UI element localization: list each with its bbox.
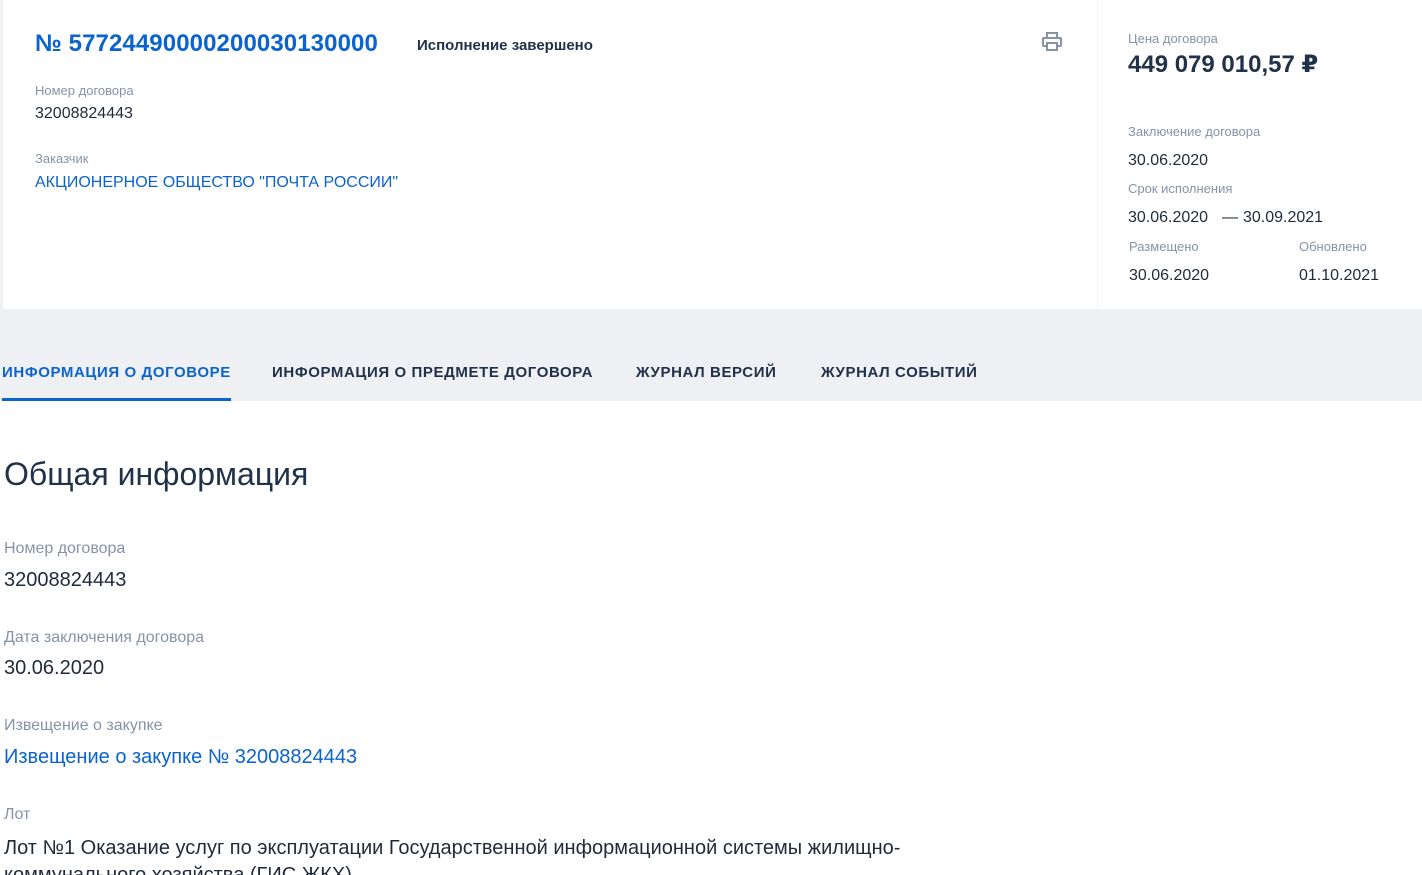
contract-summary: Цена договора 449 079 010,57 ₽ Заключени… (1098, 0, 1422, 309)
print-icon[interactable] (1040, 30, 1064, 54)
active-tab-indicator (2, 398, 231, 401)
conclusion-label: Заключение договора (1128, 124, 1261, 139)
term-end: 30.09.2021 (1243, 209, 1324, 226)
placed-label: Размещено (1129, 239, 1199, 254)
price-label: Цена договора (1128, 31, 1218, 46)
section-title: Общая информация (4, 456, 309, 492)
customer-link[interactable]: АКЦИОНЕРНОЕ ОБЩЕСТВО "ПОЧТА РОССИИ" (35, 174, 398, 192)
notice-label: Извещение о закупке (4, 717, 163, 734)
registry-number-link[interactable]: № 57724490000200030130000 (35, 30, 378, 58)
term-label: Срок исполнения (1128, 181, 1233, 196)
contract-number-value: 32008824443 (35, 105, 133, 122)
contract-card: № 57724490000200030130000 Исполнение зав… (3, 0, 1097, 309)
lot-label: Лот (4, 806, 31, 823)
tab-contract-info[interactable]: ИНФОРМАЦИЯ О ДОГОВОРЕ (2, 364, 231, 381)
general-contract-number-value: 32008824443 (4, 569, 127, 591)
status-text: Исполнение завершено (417, 37, 593, 54)
updated-date: 01.10.2021 (1299, 267, 1380, 284)
lot-value: Лот №1 Оказание услуг по эксплуатации Го… (4, 837, 901, 875)
general-contract-number-label: Номер договора (4, 540, 126, 557)
term-dash: — (1222, 209, 1238, 226)
updated-label: Обновлено (1299, 239, 1367, 254)
page: № 57724490000200030130000 Исполнение зав… (0, 0, 1422, 875)
customer-label: Заказчик (35, 151, 89, 166)
term-start: 30.06.2020 (1128, 209, 1209, 226)
notice-link[interactable]: Извещение о закупке № 32008824443 (4, 746, 357, 769)
tab-subject-info[interactable]: ИНФОРМАЦИЯ О ПРЕДМЕТЕ ДОГОВОРА (272, 364, 593, 381)
general-conclusion-date-value: 30.06.2020 (4, 657, 105, 679)
contract-number-label: Номер договора (35, 83, 134, 98)
general-conclusion-date-label: Дата заключения договора (4, 629, 205, 646)
price-value: 449 079 010,57 ₽ (1128, 51, 1319, 78)
tab-event-log[interactable]: ЖУРНАЛ СОБЫТИЙ (821, 364, 978, 381)
placed-date: 30.06.2020 (1129, 267, 1210, 284)
tab-version-log[interactable]: ЖУРНАЛ ВЕРСИЙ (636, 364, 776, 381)
tab-bar: ИНФОРМАЦИЯ О ДОГОВОРЕ ИНФОРМАЦИЯ О ПРЕДМ… (0, 310, 1422, 401)
conclusion-date: 30.06.2020 (1128, 152, 1209, 169)
